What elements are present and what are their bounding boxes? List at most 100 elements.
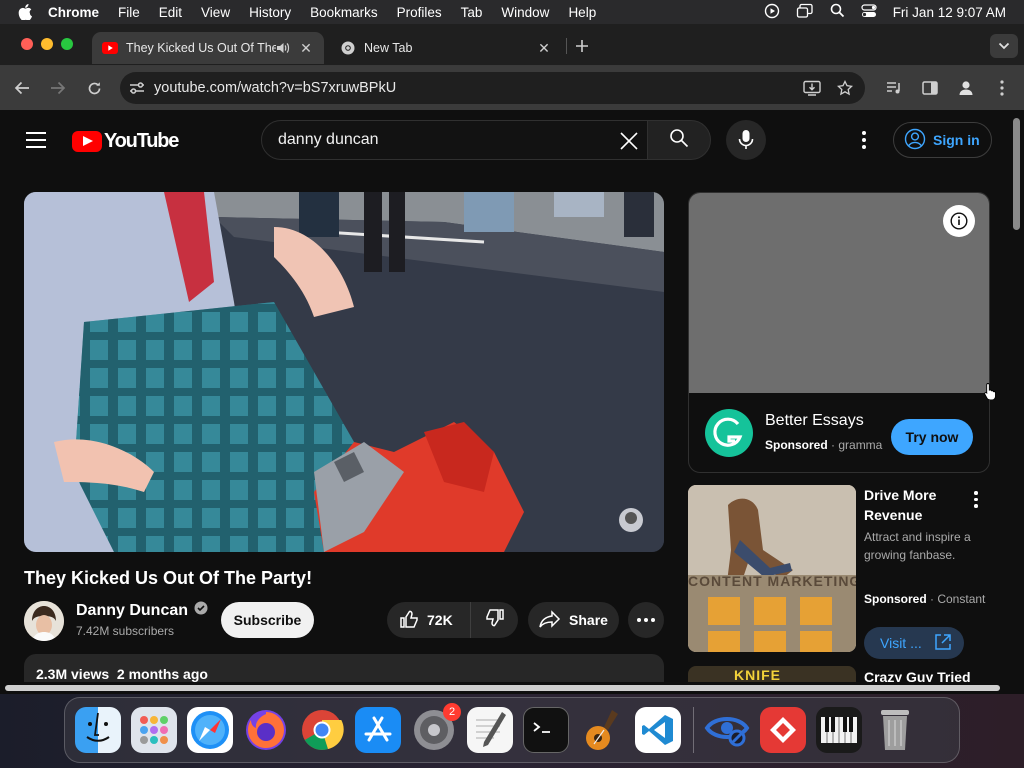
- app-store-icon[interactable]: [355, 707, 401, 753]
- video-frame: [24, 192, 664, 552]
- menu-file[interactable]: File: [118, 5, 140, 20]
- rec-kebab-icon[interactable]: [970, 491, 982, 508]
- system-settings-icon[interactable]: 2: [411, 703, 461, 753]
- youtube-logo[interactable]: YouTube: [72, 130, 179, 153]
- omnibox[interactable]: youtube.com/watch?v=bS7xruwBPkU: [120, 72, 865, 104]
- sign-in-label: Sign in: [933, 132, 980, 148]
- rec-title[interactable]: Drive More Revenue: [864, 485, 964, 525]
- channel-avatar[interactable]: [24, 601, 64, 641]
- video-player[interactable]: [24, 192, 664, 552]
- url-text[interactable]: youtube.com/watch?v=bS7xruwBPkU: [154, 80, 396, 96]
- piano-keyboard-icon[interactable]: [816, 707, 862, 753]
- tab-new-tab[interactable]: New Tab ✕: [330, 32, 562, 64]
- video-title: They Kicked Us Out Of The Party!: [24, 568, 313, 588]
- verified-check-icon: [194, 601, 208, 620]
- vertical-scrollbar[interactable]: [1010, 110, 1024, 685]
- share-arrow-icon: [539, 609, 561, 631]
- youtube-header: YouTube danny duncan Sign in: [0, 110, 1010, 170]
- menu-edit[interactable]: Edit: [159, 5, 182, 20]
- window-close-button[interactable]: [21, 38, 33, 50]
- screen-mirroring-icon[interactable]: [796, 3, 814, 22]
- search-icon: [669, 128, 689, 153]
- clear-search-icon[interactable]: [617, 129, 641, 153]
- privacy-eye-icon[interactable]: [704, 707, 750, 753]
- vscode-icon[interactable]: [635, 707, 681, 753]
- forward-arrow-icon[interactable]: [40, 74, 76, 102]
- tab-youtube-video[interactable]: They Kicked Us Out Of The Party! ✕: [92, 32, 324, 64]
- window-minimize-button[interactable]: [41, 38, 53, 50]
- launchpad-icon[interactable]: [131, 707, 177, 753]
- sign-in-button[interactable]: Sign in: [893, 122, 992, 158]
- chrome-menu-kebab-icon[interactable]: [984, 74, 1020, 102]
- more-actions-kebab-icon[interactable]: [628, 602, 664, 638]
- search-query-text[interactable]: danny duncan: [278, 131, 379, 149]
- browser-tab-strip: They Kicked Us Out Of The Party! ✕ New T…: [0, 24, 1024, 66]
- voice-search-mic-icon[interactable]: [726, 120, 766, 160]
- menu-tab[interactable]: Tab: [461, 5, 483, 20]
- horizontal-scrollbar[interactable]: [0, 682, 1024, 694]
- back-arrow-icon[interactable]: [4, 74, 40, 102]
- search-input[interactable]: danny duncan: [261, 120, 648, 160]
- control-center-icon[interactable]: [861, 3, 877, 21]
- trash-icon[interactable]: [872, 707, 918, 753]
- reload-icon[interactable]: [76, 74, 112, 102]
- tab-search-chevron-down-icon[interactable]: [990, 34, 1018, 58]
- settings-kebab-icon[interactable]: [852, 128, 876, 152]
- install-app-icon[interactable]: [803, 80, 821, 100]
- channel-name[interactable]: Danny Duncan: [76, 601, 208, 620]
- menubar-clock[interactable]: Fri Jan 12 9:07 AM: [893, 5, 1006, 20]
- garageband-icon[interactable]: [579, 707, 625, 753]
- youtube-page: YouTube danny duncan Sign in They Kicked…: [0, 110, 1024, 685]
- tab-title: New Tab: [364, 41, 413, 55]
- audio-playing-icon[interactable]: [276, 42, 290, 54]
- textedit-icon[interactable]: [467, 707, 513, 753]
- description-box[interactable]: 2.3M views 2 months ago: [24, 654, 664, 685]
- menu-profiles[interactable]: Profiles: [397, 5, 442, 20]
- subscribe-button[interactable]: Subscribe: [221, 602, 314, 638]
- terminal-icon[interactable]: [523, 707, 569, 753]
- firefox-icon[interactable]: [243, 707, 289, 753]
- play-circle-icon[interactable]: [764, 3, 780, 22]
- spotlight-search-icon[interactable]: [830, 3, 845, 21]
- new-tab-plus-icon[interactable]: [572, 36, 592, 56]
- scrollbar-thumb[interactable]: [5, 685, 1000, 691]
- chrome-icon[interactable]: [299, 707, 345, 753]
- menu-help[interactable]: Help: [568, 5, 596, 20]
- menu-bookmarks[interactable]: Bookmarks: [310, 5, 378, 20]
- like-button[interactable]: 72K: [387, 602, 471, 638]
- finder-icon[interactable]: [75, 707, 121, 753]
- grammarly-logo-icon[interactable]: [705, 409, 753, 457]
- guide-menu-icon[interactable]: [26, 132, 46, 148]
- menu-app-name[interactable]: Chrome: [48, 5, 99, 20]
- window-zoom-button[interactable]: [61, 38, 73, 50]
- bookmark-star-icon[interactable]: [836, 79, 854, 100]
- ad-info-icon[interactable]: [943, 205, 975, 237]
- profile-avatar-icon[interactable]: [948, 74, 984, 102]
- rec-thumbnail-text: CONTENT MARKETING: [688, 573, 856, 589]
- rec-thumbnail[interactable]: CONTENT MARKETING: [688, 485, 856, 652]
- search-button[interactable]: [647, 120, 711, 160]
- sponsored-ad-card[interactable]: Better Essays Sponsored · grammarly.com …: [688, 192, 990, 473]
- share-button[interactable]: Share: [528, 602, 619, 638]
- media-controls-icon[interactable]: [876, 74, 912, 102]
- tab-close-icon[interactable]: ✕: [298, 40, 314, 56]
- rec-domain: Constant Contact: [937, 592, 986, 606]
- menu-history[interactable]: History: [249, 5, 291, 20]
- dislike-button[interactable]: [471, 608, 518, 633]
- anydesk-icon[interactable]: [760, 707, 806, 753]
- visit-site-button[interactable]: Visit ...: [864, 627, 964, 659]
- channel-name-text[interactable]: Danny Duncan: [76, 602, 188, 620]
- ad-title[interactable]: Better Essays: [765, 412, 864, 430]
- tab-close-icon[interactable]: ✕: [536, 40, 552, 56]
- try-now-button[interactable]: Try now: [891, 419, 973, 455]
- sponsored-recommendation[interactable]: CONTENT MARKETING Drive More Revenue Att…: [688, 485, 998, 659]
- ad-media[interactable]: [689, 193, 989, 393]
- site-info-tune-icon[interactable]: [120, 81, 154, 95]
- side-panel-icon[interactable]: [912, 74, 948, 102]
- scrollbar-thumb[interactable]: [1013, 118, 1020, 230]
- menu-window[interactable]: Window: [501, 5, 549, 20]
- apple-icon[interactable]: [18, 4, 34, 20]
- youtube-play-logo-icon: [72, 131, 102, 152]
- safari-icon[interactable]: [187, 707, 233, 753]
- menu-view[interactable]: View: [201, 5, 230, 20]
